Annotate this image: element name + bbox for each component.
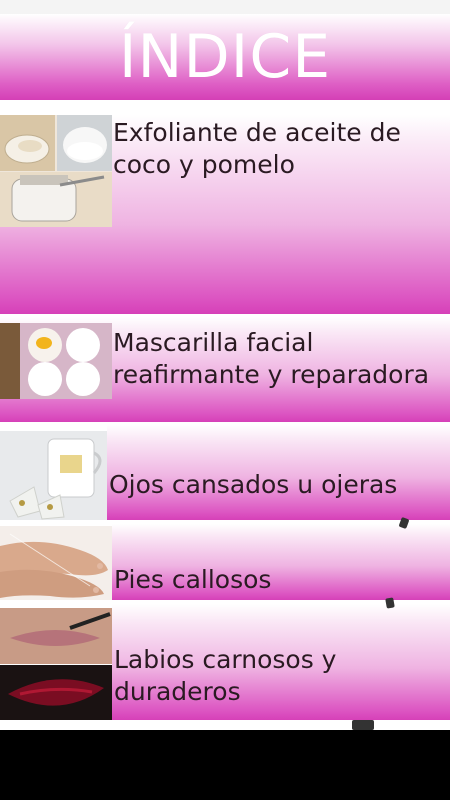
item-label: Ojos cansados u ojeras [109, 470, 398, 499]
item-label: Pies callosos [114, 565, 272, 594]
brush-decoration [385, 597, 395, 609]
item-label: Exfoliante de aceite de coco y pomelo [113, 118, 401, 179]
bottom-bar [0, 730, 450, 800]
divider [0, 600, 450, 603]
feet-photo [0, 526, 112, 600]
divider [0, 520, 450, 523]
item-label: Labios carnosos y duraderos [114, 645, 337, 706]
list-item-ojos-cansados[interactable]: Ojos cansados u ojeras [0, 425, 450, 520]
lips-photo [0, 608, 112, 720]
title-bar: ÍNDICE [0, 14, 450, 100]
item-label: Mascarilla facial reafirmante y reparado… [113, 328, 430, 389]
tea-bags-cup-photo [0, 431, 107, 520]
brush-decoration [352, 720, 374, 730]
coconut-oil-jar-photo [0, 115, 112, 227]
list-item-mascarilla[interactable]: Mascarilla facial reafirmante y reparado… [0, 317, 450, 422]
list-item-exfoliante[interactable]: Exfoliante de aceite de coco y pomelo [0, 115, 450, 314]
status-strip [0, 0, 450, 14]
list-item-pies-callosos[interactable]: Pies callosos [0, 524, 450, 600]
eggs-carton-photo [0, 323, 112, 399]
list-item-labios[interactable]: Labios carnosos y duraderos [0, 604, 450, 720]
page-title: ÍNDICE [118, 22, 332, 92]
